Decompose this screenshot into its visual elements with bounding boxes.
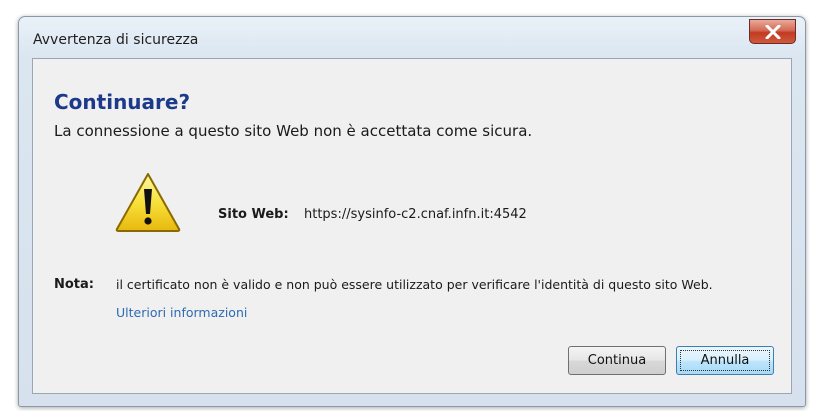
focus-rect xyxy=(680,350,770,371)
dialog-heading: Continuare? xyxy=(54,90,191,114)
security-warning-dialog: Avvertenza di sicurezza Continuare? La c… xyxy=(18,16,806,407)
site-label: Sito Web: xyxy=(218,207,289,222)
note-text: il certificato non è valido e non può es… xyxy=(116,277,713,292)
warning-icon xyxy=(115,173,181,232)
dialog-message: La connessione a questo sito Web non è a… xyxy=(54,122,533,140)
cancel-button[interactable]: Annulla xyxy=(676,346,774,375)
site-url: https://sysinfo-c2.cnaf.infn.it:4542 xyxy=(304,207,527,222)
close-button[interactable] xyxy=(749,19,796,44)
more-info-link[interactable]: Ulteriori informazioni xyxy=(116,305,247,320)
dialog-content: Continuare? La connessione a questo sito… xyxy=(32,58,792,394)
note-label: Nota: xyxy=(54,277,94,292)
window-title: Avvertenza di sicurezza xyxy=(33,32,199,48)
continue-button[interactable]: Continua xyxy=(568,346,666,375)
close-icon xyxy=(765,25,781,39)
